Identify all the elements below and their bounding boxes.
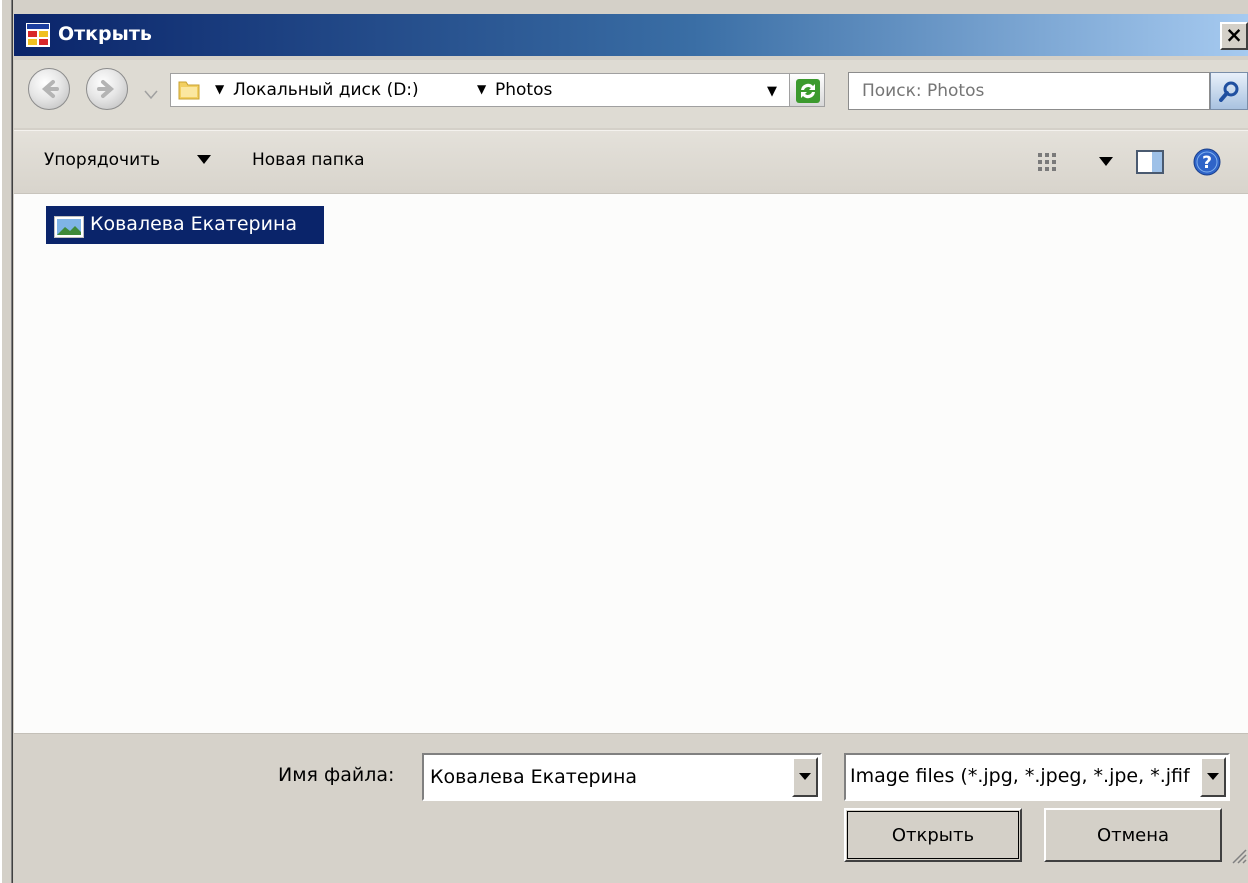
file-name: Ковалева Екатерина [90,213,298,235]
filetype-dropdown-button[interactable] [1200,757,1226,797]
refresh-icon [796,79,820,103]
resize-grip-icon[interactable] [1227,844,1247,864]
navigation-bar: ▼ Локальный диск (D:) ▼ Photos ▼ [14,60,1248,128]
svg-text:?: ? [1202,153,1212,173]
cancel-button[interactable]: Отмена [1044,808,1222,862]
new-folder-button[interactable]: Новая папка [252,150,365,170]
filetype-value: Image files (*.jpg, *.jpeg, *.jpe, *.jfi… [850,765,1190,787]
window-frame [0,0,14,883]
app-window-icon [26,23,50,47]
bottom-panel: Имя файла: Image files (*.jpg, *.jpeg, *… [14,733,1248,883]
search-input[interactable] [849,73,1209,109]
breadcrumb-separator-icon[interactable]: ▼ [215,82,224,96]
file-list[interactable]: Ковалева Екатерина [14,193,1248,734]
title-bar[interactable]: Открыть × [14,14,1248,56]
filename-label: Имя файла: [278,764,395,786]
filename-dropdown-button[interactable] [792,757,818,797]
list-item[interactable]: Ковалева Екатерина [46,206,324,244]
window-title: Открыть [58,23,152,45]
filename-combobox[interactable] [422,753,822,801]
filetype-select[interactable]: Image files (*.jpg, *.jpeg, *.jpe, *.jfi… [844,753,1230,801]
chevron-down-icon[interactable] [1099,157,1113,166]
forward-arrow-icon [97,80,115,98]
chevron-down-icon [799,773,811,780]
command-toolbar: Упорядочить Новая папка ? [14,130,1248,193]
image-file-icon [54,216,84,238]
breadcrumb-separator-icon[interactable]: ▼ [477,82,486,96]
recent-locations-dropdown[interactable] [144,90,158,100]
close-icon: × [1225,23,1243,47]
magnifier-icon [1219,81,1239,102]
refresh-button[interactable] [789,73,825,107]
address-bar[interactable]: ▼ Локальный диск (D:) ▼ Photos ▼ [170,73,790,107]
folder-icon [178,81,200,100]
organize-menu[interactable]: Упорядочить [44,150,160,170]
search-field[interactable] [848,72,1210,110]
chevron-down-icon [1207,773,1219,780]
back-arrow-icon [41,80,59,98]
address-dropdown-icon[interactable]: ▼ [767,84,777,99]
view-options-icon[interactable] [1036,150,1060,174]
help-icon[interactable]: ? [1193,148,1221,176]
close-button[interactable]: × [1220,22,1248,50]
search-button[interactable] [1210,72,1248,110]
preview-pane-icon[interactable] [1136,150,1164,174]
back-button[interactable] [28,68,70,110]
breadcrumb-item-photos[interactable]: Photos [495,80,552,100]
open-file-dialog: Открыть × ▼ Локальный диск (D:) ▼ Photos… [0,0,1248,883]
forward-button[interactable] [86,68,128,110]
open-button[interactable]: Открыть [844,808,1022,862]
breadcrumb-item-drive[interactable]: Локальный диск (D:) [233,80,419,100]
chevron-down-icon[interactable] [197,155,211,164]
filename-input[interactable] [424,755,784,799]
